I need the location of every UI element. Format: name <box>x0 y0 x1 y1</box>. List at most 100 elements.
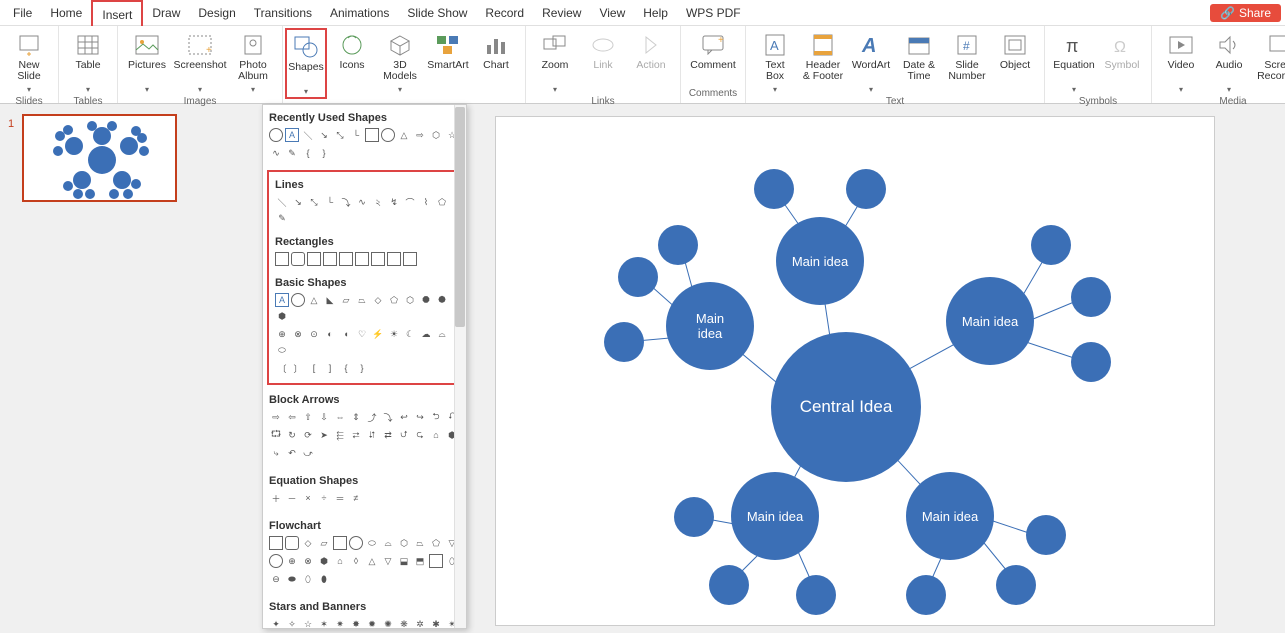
shape-connector[interactable]: ⤡ <box>333 128 347 142</box>
shape-fc[interactable]: △ <box>365 554 379 568</box>
shape-hex[interactable]: ⬡ <box>403 293 417 307</box>
shape-line[interactable]: ＼ <box>301 128 315 142</box>
shape-arrow[interactable]: ⇩ <box>317 410 331 424</box>
main-idea-bubble[interactable]: Main idea <box>666 282 754 370</box>
shape-arrow[interactable]: ⇕ <box>349 410 363 424</box>
tab-review[interactable]: Review <box>533 0 590 26</box>
tab-view[interactable]: View <box>590 0 634 26</box>
shape-tri[interactable]: △ <box>307 293 321 307</box>
shape[interactable]: } <box>355 361 369 375</box>
shape-pent[interactable]: ⬠ <box>387 293 401 307</box>
shape-fc[interactable]: ⬯ <box>301 572 315 586</box>
tab-transitions[interactable]: Transitions <box>245 0 321 26</box>
shape-elbow[interactable]: └ <box>349 128 363 142</box>
shape-fc[interactable]: ⊕ <box>285 554 299 568</box>
shape-star[interactable]: ✦ <box>269 617 283 629</box>
shape-plus[interactable]: ＋ <box>269 491 283 505</box>
shape-line[interactable]: └ <box>323 195 337 209</box>
shape-arrow[interactable]: ⮍ <box>397 428 411 442</box>
shape-rect[interactable] <box>387 252 401 266</box>
shape-para[interactable]: ▱ <box>339 293 353 307</box>
shape-triangle[interactable]: △ <box>397 128 411 142</box>
shape-roundrect[interactable] <box>291 252 305 266</box>
shape-rect[interactable] <box>403 252 417 266</box>
main-idea-bubble[interactable]: Main idea <box>776 217 864 305</box>
shape-arrow[interactable]: ↩ <box>397 410 411 424</box>
shape-line[interactable]: ↘ <box>291 195 305 209</box>
shape-star[interactable]: ✧ <box>285 617 299 629</box>
smartart-button[interactable]: SmartArt <box>425 28 471 82</box>
shape-arrow[interactable]: ⇔ <box>333 410 347 424</box>
shape-fc[interactable]: ⬬ <box>285 572 299 586</box>
leaf-bubble[interactable] <box>709 565 749 605</box>
shape-rtri[interactable]: ◣ <box>323 293 337 307</box>
shape-fc[interactable] <box>333 536 347 550</box>
icons-button[interactable]: Icons <box>329 28 375 82</box>
leaf-bubble[interactable] <box>618 257 658 297</box>
tab-design[interactable]: Design <box>189 0 244 26</box>
shape-star[interactable]: ✺ <box>381 617 395 629</box>
tab-record[interactable]: Record <box>476 0 533 26</box>
shape-neq[interactable]: ≠ <box>349 491 363 505</box>
main-idea-bubble[interactable]: Main idea <box>906 472 994 560</box>
shape-line[interactable]: ২ <box>371 195 385 209</box>
shape-arrow[interactable]: ⤻ <box>301 446 315 460</box>
shape-brace[interactable]: } <box>317 146 331 160</box>
shape-line[interactable]: ✎ <box>275 211 289 225</box>
shape-arrow[interactable]: ↪ <box>413 410 427 424</box>
shape-arrow[interactable]: ⟳ <box>301 428 315 442</box>
shape-fc[interactable]: ⌓ <box>381 536 395 550</box>
shape-arrow[interactable]: ⤵ <box>381 410 395 424</box>
shape-oval[interactable] <box>269 128 283 142</box>
shape-arrow[interactable]: ⇦ <box>285 410 299 424</box>
slide-canvas[interactable]: Central Idea Main idea Main idea Main id… <box>495 116 1215 626</box>
pictures-button[interactable]: Pictures <box>124 28 170 95</box>
datetime-button[interactable]: Date & Time <box>896 28 942 82</box>
shape-line[interactable]: ⬠ <box>435 195 449 209</box>
shape-div[interactable]: ÷ <box>317 491 331 505</box>
shape-fc[interactable]: ⬡ <box>397 536 411 550</box>
shape-fc[interactable] <box>285 536 299 550</box>
shape-textbox[interactable]: A <box>275 293 289 307</box>
object-button[interactable]: Object <box>992 28 1038 82</box>
shape-arrow[interactable]: ⮎ <box>413 428 427 442</box>
shape-arrow[interactable]: ⇨ <box>269 410 283 424</box>
shape-fc[interactable] <box>429 554 443 568</box>
comment-button[interactable]: +Comment <box>687 28 739 82</box>
shape-circle[interactable] <box>381 128 395 142</box>
3d-models-button[interactable]: 3D Models <box>377 28 423 95</box>
shape-curve[interactable]: ∿ <box>269 146 283 160</box>
shape-fc[interactable]: ◇ <box>301 536 315 550</box>
tab-help[interactable]: Help <box>634 0 677 26</box>
shape-line[interactable]: ⤵ <box>339 195 353 209</box>
main-idea-bubble[interactable]: Main idea <box>731 472 819 560</box>
shape-rect[interactable] <box>355 252 369 266</box>
leaf-bubble[interactable] <box>796 575 836 615</box>
shape[interactable]: ☀ <box>387 327 401 341</box>
leaf-bubble[interactable] <box>674 497 714 537</box>
leaf-bubble[interactable] <box>1026 515 1066 555</box>
shape-star[interactable]: ✷ <box>333 617 347 629</box>
zoom-button[interactable]: Zoom <box>532 28 578 95</box>
shape[interactable]: [ <box>307 361 321 375</box>
shape-star[interactable]: ✱ <box>429 617 443 629</box>
shape-arrow[interactable]: ⮌ <box>429 410 443 424</box>
shape-line[interactable]: ↯ <box>387 195 401 209</box>
tab-file[interactable]: File <box>4 0 41 26</box>
leaf-bubble[interactable] <box>996 565 1036 605</box>
shape-rect[interactable] <box>365 128 379 142</box>
shape-arrow[interactable]: ⮔ <box>269 428 283 442</box>
leaf-bubble[interactable] <box>1071 342 1111 382</box>
shape-fc[interactable]: ⬭ <box>365 536 379 550</box>
shape-arrow[interactable]: ↻ <box>285 428 299 442</box>
tab-wpspdf[interactable]: WPS PDF <box>677 0 750 26</box>
share-button[interactable]: 🔗 Share <box>1210 4 1281 22</box>
tab-animations[interactable]: Animations <box>321 0 398 26</box>
shape-arrow[interactable]: ⬱ <box>333 428 347 442</box>
shape-hept[interactable]: ⯃ <box>419 293 433 307</box>
leaf-bubble[interactable] <box>1031 225 1071 265</box>
shape[interactable]: ⚡ <box>371 327 385 341</box>
shape[interactable]: ⊕ <box>275 327 289 341</box>
video-button[interactable]: Video <box>1158 28 1204 95</box>
shape[interactable]: { <box>339 361 353 375</box>
